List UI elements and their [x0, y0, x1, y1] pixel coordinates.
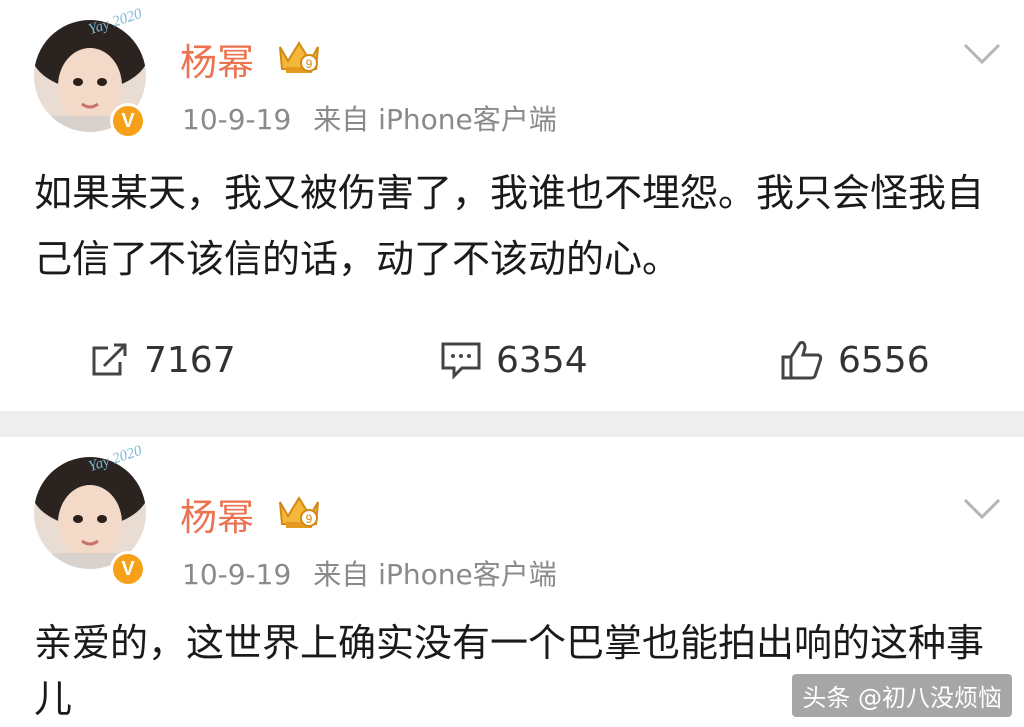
post-meta: 10-9-19 来自 iPhone客户端 — [182, 553, 557, 593]
username[interactable]: 杨幂 — [180, 487, 254, 541]
repost-icon — [92, 343, 127, 376]
repost-button[interactable]: 7167 — [90, 336, 236, 384]
post-date: 10-9-19 — [182, 103, 292, 136]
comment-count: 6354 — [496, 339, 588, 381]
like-button[interactable]: 6556 — [780, 336, 930, 384]
repost-count: 7167 — [144, 339, 236, 381]
verified-badge: V — [110, 103, 146, 139]
comment-button[interactable]: 6354 — [440, 336, 588, 384]
vip-level: 9 — [306, 57, 313, 71]
like-count: 6556 — [838, 339, 930, 381]
vip-crown-icon: 9 — [279, 496, 319, 528]
post-source: 来自 iPhone客户端 — [313, 558, 557, 591]
vip-crown-icon: 9 — [279, 41, 319, 73]
vip-level: 9 — [306, 512, 313, 526]
thumbs-up-icon — [781, 341, 823, 380]
post-date: 10-9-19 — [182, 558, 292, 591]
post-source: 来自 iPhone客户端 — [313, 103, 557, 136]
chevron-down-icon[interactable] — [962, 497, 1002, 521]
username[interactable]: 杨幂 — [180, 32, 254, 86]
chevron-down-icon[interactable] — [962, 42, 1002, 66]
post-meta: 10-9-19 来自 iPhone客户端 — [182, 98, 557, 138]
weibo-post-1: Yay 2020 V 杨幂 9 10-9-19 来自 iPhone客户端 如果某天… — [0, 0, 1024, 411]
post-divider — [0, 411, 1024, 437]
post-text: 如果某天，我又被伤害了，我谁也不埋怨。我只会怪我自己信了不该信的话，动了不该动的… — [34, 171, 985, 281]
watermark: 头条 @初八没烦恼 — [792, 674, 1012, 717]
comment-icon — [441, 342, 481, 380]
verified-badge: V — [110, 551, 146, 587]
